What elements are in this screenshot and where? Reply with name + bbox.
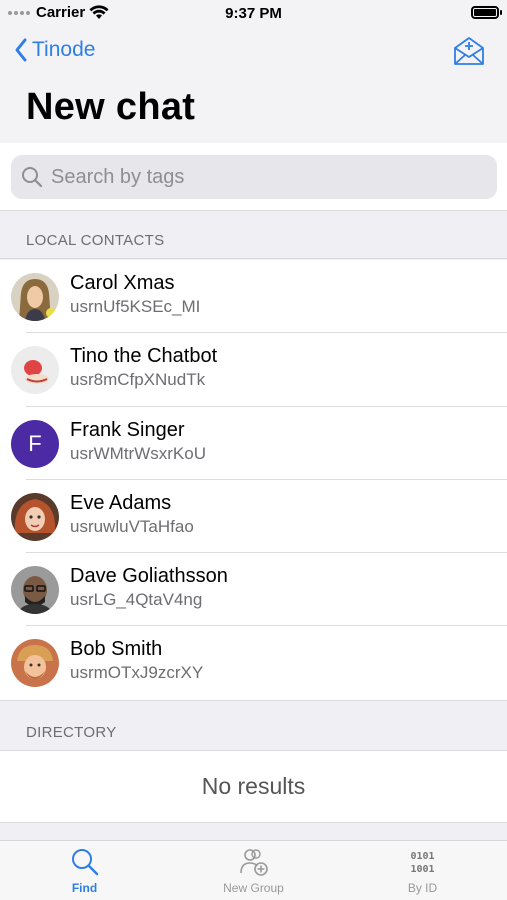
binary-id-icon: 0101 1001: [410, 847, 434, 877]
tab-label: New Group: [223, 881, 284, 895]
contact-row[interactable]: F Frank Singer usrWMtrWsxrKoU: [0, 407, 507, 480]
envelope-plus-icon: [454, 37, 484, 65]
directory-empty-message: No results: [0, 751, 507, 823]
binary-icon-line: 1001: [410, 864, 435, 875]
avatar: [11, 346, 59, 395]
contact-name: Dave Goliathsson: [70, 565, 228, 588]
contact-row[interactable]: Eve Adams usruwluVTaHfao: [0, 480, 507, 554]
search-area: [0, 143, 507, 211]
back-button[interactable]: Tinode: [14, 38, 95, 62]
chevron-left-icon: [15, 38, 27, 62]
avatar: [11, 492, 59, 541]
section-header-directory: DIRECTORY: [0, 703, 507, 751]
avatar: [11, 273, 59, 321]
battery-icon: [471, 6, 502, 19]
search-icon: [71, 849, 98, 876]
contact-list: Carol Xmas usrnUf5KSEc_MI Tino the Chatb…: [0, 260, 507, 701]
avatar-letter: F: [28, 430, 42, 456]
navigation-bar: Tinode New chat: [0, 28, 507, 143]
avatar: [11, 566, 59, 615]
tab-by-id[interactable]: 0101 1001 By ID: [338, 841, 507, 900]
tab-label: Find: [71, 881, 98, 895]
contact-id: usrnUf5KSEc_MI: [70, 297, 201, 316]
contact-name: Tino the Chatbot: [70, 345, 218, 368]
search-bar[interactable]: [11, 155, 497, 199]
tab-label: By ID: [407, 881, 438, 895]
add-group-icon: [239, 849, 268, 876]
contact-row[interactable]: Dave Goliathsson usrLG_4QtaV4ng: [0, 553, 507, 627]
avatar-initial: F: [11, 419, 59, 468]
contact-name: Eve Adams: [70, 491, 172, 514]
contact-name: Carol Xmas: [70, 272, 175, 294]
contact-row[interactable]: Carol Xmas usrnUf5KSEc_MI: [0, 260, 507, 334]
tab-find[interactable]: Find: [0, 841, 169, 900]
page-title: New chat: [26, 86, 196, 128]
invite-button[interactable]: [453, 36, 485, 71]
contact-id: usrmOTxJ9zcrXY: [70, 663, 204, 683]
contact-row[interactable]: Bob Smith usrmOTxJ9zcrXY: [0, 626, 507, 699]
contact-id: usruwluVTaHfao: [70, 516, 194, 536]
search-icon: [22, 167, 43, 188]
status-time: 9:37 PM: [225, 5, 282, 22]
contact-row[interactable]: Tino the Chatbot usr8mCfpXNudTk: [0, 333, 507, 407]
contact-name: Bob Smith: [70, 638, 163, 661]
contact-id: usr8mCfpXNudTk: [70, 370, 206, 390]
tab-bar: Find New Group 0101 1001 By ID: [0, 840, 507, 900]
back-label: Tinode: [32, 38, 96, 61]
contact-name: Frank Singer: [70, 418, 185, 441]
search-input[interactable]: [51, 165, 451, 189]
avatar: [11, 639, 59, 688]
binary-icon-line: 0101: [410, 851, 435, 862]
contact-id: usrWMtrWsxrKoU: [70, 443, 206, 463]
section-header-local-contacts: LOCAL CONTACTS: [0, 211, 507, 259]
tab-new-group[interactable]: New Group: [169, 841, 338, 900]
contact-id: usrLG_4QtaV4ng: [70, 590, 203, 610]
status-bar: Carrier 9:37 PM: [0, 0, 507, 28]
